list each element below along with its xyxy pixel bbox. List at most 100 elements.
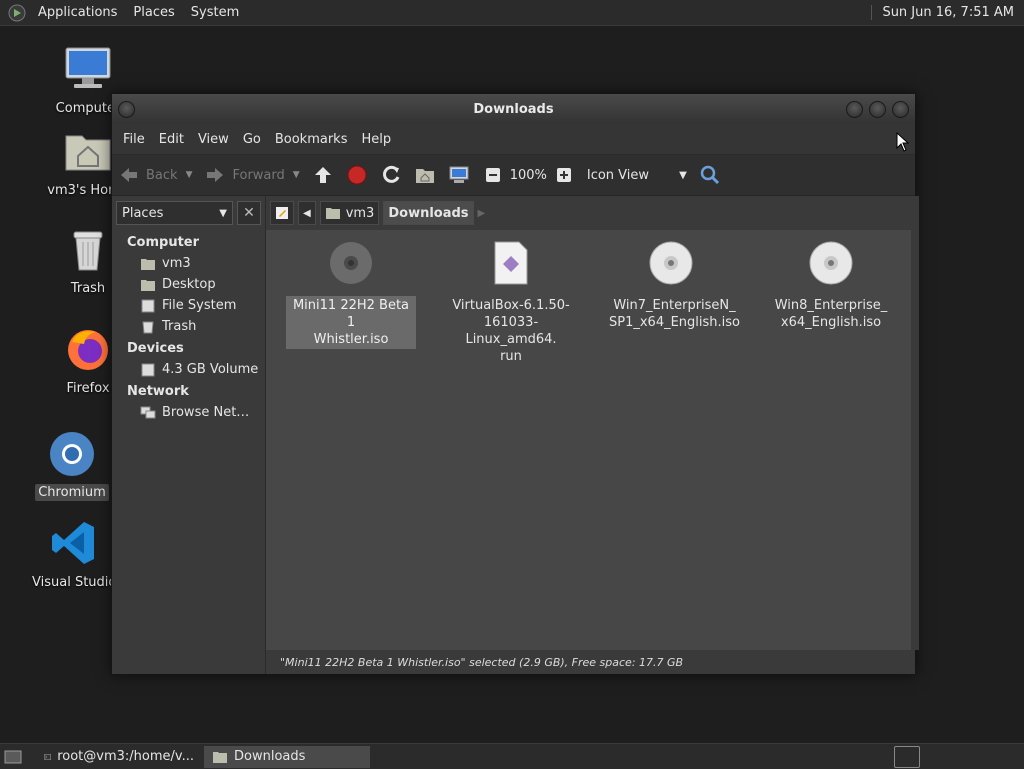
forward-button[interactable]: Forward ▼: [198, 164, 305, 186]
forward-arrow-icon: [207, 168, 224, 182]
search-button[interactable]: [693, 164, 727, 186]
home-button[interactable]: [408, 164, 442, 186]
zoom-out-button[interactable]: [476, 164, 510, 186]
sidebar-item-vm3[interactable]: vm3: [112, 253, 265, 274]
up-button[interactable]: [306, 164, 340, 186]
file-name: Mini11 22H2 Beta 1 Whistler.iso: [286, 296, 416, 349]
network-icon: [140, 406, 156, 418]
file-item[interactable]: Win8_Enterprise_ x64_English.iso: [766, 240, 896, 332]
file-name: Win8_Enterprise_ x64_English.iso: [772, 296, 891, 332]
home-folder-icon: [141, 258, 155, 270]
back-history-dropdown-icon[interactable]: ▼: [186, 170, 193, 180]
toolbar: Back ▼ Forward ▼ 100% Icon View ▼: [112, 154, 915, 196]
clock[interactable]: Sun Jun 16, 7:51 AM: [871, 5, 1020, 20]
main-menu-icon[interactable]: [8, 4, 26, 22]
file-item[interactable]: VirtualBox-6.1.50- 161033-Linux_amd64. r…: [446, 240, 576, 366]
places-menu[interactable]: Places: [125, 5, 182, 20]
sidebar: Places ▼ ✕ Computer vm3 Desktop File Sys…: [112, 196, 266, 674]
view-mode-select[interactable]: Icon View ▼: [581, 168, 693, 183]
system-menu[interactable]: System: [183, 5, 247, 20]
desktop-icon-label: Firefox: [66, 381, 110, 396]
breadcrumb-vm3[interactable]: vm3: [319, 201, 380, 225]
menu-help[interactable]: Help: [354, 132, 398, 147]
status-bar: "Mini11 22H2 Beta 1 Whistler.iso" select…: [266, 650, 915, 674]
sidebar-item-file-system[interactable]: File System: [112, 295, 265, 316]
zoom-out-icon: [485, 168, 500, 182]
menu-go[interactable]: Go: [236, 132, 268, 147]
desktop-icon-label: Chromium: [35, 484, 109, 501]
file-manager-window: Downloads File Edit View Go Bookmarks He…: [111, 93, 919, 675]
breadcrumb-downloads[interactable]: Downloads: [383, 201, 474, 225]
section-network: Network: [127, 384, 189, 399]
desktop-folder-icon: [141, 279, 155, 291]
show-desktop-icon[interactable]: [4, 749, 22, 765]
view-mode-value: Icon View: [586, 167, 650, 183]
path-bar: ◀ vm3 Downloads ▶: [266, 196, 919, 230]
back-button[interactable]: Back ▼: [112, 164, 198, 186]
sidebar-mode-value: Places: [122, 205, 164, 221]
back-label: Back: [146, 167, 178, 183]
forward-label: Forward: [232, 167, 285, 183]
folder-icon: [213, 751, 227, 763]
minimize-button[interactable]: [846, 101, 863, 118]
computer-icon: [65, 47, 111, 88]
section-computer: Computer: [127, 235, 200, 250]
reload-button[interactable]: [374, 164, 408, 186]
file-name-line: run: [500, 349, 522, 364]
file-name-line: Win8_Enterprise_: [774, 298, 888, 313]
sidebar-mode-select[interactable]: Places ▼: [116, 201, 233, 225]
maximize-button[interactable]: [869, 101, 886, 118]
sidebar-item-desktop[interactable]: Desktop: [112, 274, 265, 295]
menu-bookmarks[interactable]: Bookmarks: [268, 132, 355, 147]
home-folder-icon: [65, 135, 111, 171]
vscode-icon: [52, 522, 94, 564]
desktop-icon-vscode[interactable]: Visual Studio Code: [29, 520, 154, 591]
terminal-icon: [44, 753, 51, 760]
computer-button[interactable]: [442, 164, 476, 186]
script-file-icon: [494, 241, 528, 285]
chevron-down-icon: ▼: [219, 207, 227, 219]
window-titlebar[interactable]: Downloads: [112, 94, 915, 124]
back-arrow-icon: [121, 168, 137, 182]
top-panel: Applications Places System Sun Jun 16, 7…: [0, 0, 1024, 26]
taskbar-item-label: Downloads: [234, 749, 306, 764]
file-name-line: Mini11 22H2 Beta 1: [292, 298, 410, 330]
menu-bar: File Edit View Go Bookmarks Help: [112, 124, 915, 154]
applications-menu[interactable]: Applications: [30, 5, 125, 20]
scrollbar[interactable]: [911, 230, 919, 650]
window-menu-button[interactable]: [118, 101, 135, 118]
chevron-right-icon[interactable]: ▶: [478, 208, 486, 219]
taskbar-item-downloads[interactable]: Downloads: [204, 745, 370, 768]
menu-edit[interactable]: Edit: [152, 132, 191, 147]
zoom-in-button[interactable]: [547, 164, 581, 186]
sidebar-item-label: File System: [162, 298, 237, 313]
reload-icon: [382, 165, 400, 183]
file-item[interactable]: Mini11 22H2 Beta 1 Whistler.iso: [286, 240, 416, 349]
sidebar-close-button[interactable]: ✕: [237, 201, 261, 225]
location-toggle-button[interactable]: [270, 201, 294, 225]
zoom-level: 100%: [509, 167, 547, 183]
sidebar-item-volume[interactable]: 4.3 GB Volume: [112, 359, 265, 380]
stop-button[interactable]: [340, 164, 374, 186]
taskbar-item-label: root@vm3:/home/v...: [57, 749, 194, 764]
file-item[interactable]: Win7_EnterpriseN_ SP1_x64_English.iso: [606, 240, 740, 332]
disc-image-icon: [649, 241, 693, 285]
trash-icon: [142, 321, 154, 333]
forward-history-dropdown-icon[interactable]: ▼: [293, 170, 300, 180]
menu-view[interactable]: View: [191, 132, 236, 147]
sidebar-item-browse-network[interactable]: Browse Net…: [112, 402, 265, 423]
edit-location-icon: [276, 207, 288, 219]
taskbar-item-terminal[interactable]: root@vm3:/home/v...: [36, 746, 202, 768]
path-scroll-left-button[interactable]: ◀: [298, 201, 316, 225]
computer-icon: [449, 166, 469, 183]
workspace-switcher[interactable]: [894, 746, 920, 768]
menu-file[interactable]: File: [116, 132, 152, 147]
home-folder-icon: [325, 208, 340, 219]
sidebar-item-label: vm3: [162, 256, 191, 271]
sidebar-item-trash[interactable]: Trash: [112, 316, 265, 337]
close-button[interactable]: [892, 101, 909, 118]
file-view[interactable]: Mini11 22H2 Beta 1 Whistler.iso VirtualB…: [266, 230, 911, 650]
desktop-icon-chromium[interactable]: Chromium: [27, 430, 117, 501]
desktop-icon-label: Trash: [70, 281, 106, 296]
sidebar-item-label: Desktop: [162, 277, 216, 292]
